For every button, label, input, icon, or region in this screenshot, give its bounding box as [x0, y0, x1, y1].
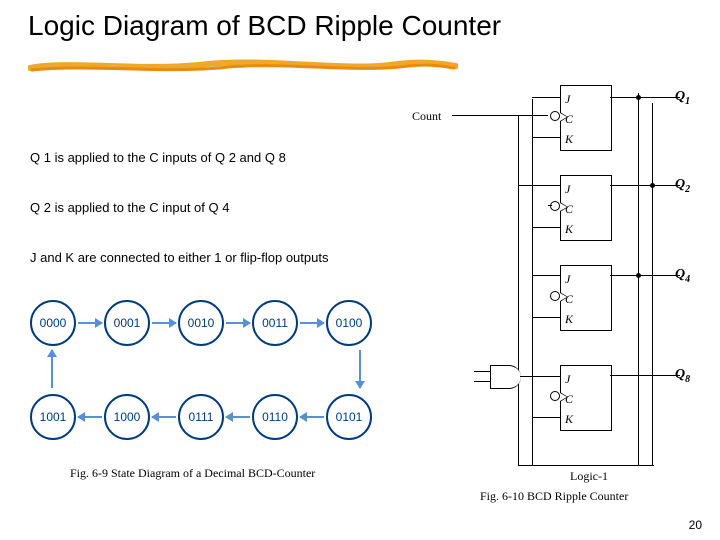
clock-edge-icon [560, 292, 568, 302]
wire [638, 205, 639, 206]
wire [652, 103, 653, 465]
wire [610, 275, 680, 276]
state-node: 0001 [104, 300, 150, 346]
arrow-right-icon [226, 322, 250, 324]
bullet-q2: Q 2 is applied to the C input of Q 4 [30, 200, 229, 215]
wire [610, 97, 680, 98]
wire [532, 417, 560, 418]
wire [532, 137, 560, 138]
wire [532, 99, 533, 465]
wire [532, 275, 560, 276]
clock-edge-icon [560, 392, 568, 402]
bubble-icon [550, 201, 560, 211]
figure-caption-state: Fig. 6-9 State Diagram of a Decimal BCD-… [70, 466, 315, 481]
wire [548, 205, 552, 206]
arrow-left-icon [300, 416, 324, 418]
ff-k-label: K [565, 412, 573, 427]
state-node: 0010 [178, 300, 224, 346]
state-node: 0100 [326, 300, 372, 346]
count-label: Count [412, 109, 441, 124]
state-node: 1001 [30, 394, 76, 440]
wire [452, 115, 548, 116]
bubble-icon [550, 291, 560, 301]
bullet-jk: J and K are connected to either 1 or fli… [30, 250, 328, 265]
ff-k-label: K [565, 132, 573, 147]
circuit-diagram: Count J C K Q1 J C K Q2 [420, 85, 700, 495]
title-underline-icon [28, 56, 458, 74]
arrow-right-icon [300, 322, 324, 324]
bubble-icon [550, 391, 560, 401]
clock-edge-icon [560, 202, 568, 212]
output-q8-label: Q8 [675, 367, 690, 385]
flipflop-q2: J C K [560, 175, 612, 241]
arrow-left-icon [152, 416, 176, 418]
state-node: 0101 [326, 394, 372, 440]
wire [474, 381, 490, 382]
clock-edge-icon [560, 112, 568, 122]
ff-j-label: J [565, 92, 570, 107]
arrow-right-icon [152, 322, 176, 324]
arrow-down-icon [359, 350, 361, 388]
figure-caption-circuit: Fig. 6-10 BCD Ripple Counter [480, 489, 628, 504]
wire [474, 371, 490, 372]
state-diagram: 0000 0001 0010 0011 0100 1001 1000 0111 … [30, 300, 380, 440]
flipflop-q1: J C K [560, 85, 612, 151]
wire [610, 375, 680, 376]
wire [520, 376, 560, 377]
junction-dot-icon [650, 183, 655, 188]
flipflop-q8: J C K [560, 365, 612, 431]
arrow-up-icon [51, 350, 53, 388]
output-q1-label: Q1 [675, 89, 690, 107]
state-node: 0110 [252, 394, 298, 440]
state-node: 1000 [104, 394, 150, 440]
page-title: Logic Diagram of BCD Ripple Counter [28, 10, 501, 42]
state-node: 0111 [178, 394, 224, 440]
output-q2-label: Q2 [675, 177, 690, 195]
junction-dot-icon [636, 95, 641, 100]
bubble-icon [550, 111, 560, 121]
arrow-right-icon [78, 322, 102, 324]
page-number: 20 [689, 518, 702, 532]
wire [532, 97, 560, 98]
logic-1-label: Logic-1 [570, 469, 608, 484]
wire [610, 185, 680, 186]
junction-dot-icon [636, 273, 641, 278]
ff-k-label: K [565, 222, 573, 237]
wire [638, 93, 639, 465]
arrow-left-icon [226, 416, 250, 418]
wire [518, 465, 654, 466]
and-gate-icon [490, 365, 521, 389]
output-q4-label: Q4 [675, 267, 690, 285]
state-node: 0011 [252, 300, 298, 346]
wire [518, 185, 560, 186]
ff-j-label: J [565, 182, 570, 197]
wire [532, 317, 560, 318]
wire [518, 115, 519, 465]
arrow-left-icon [78, 416, 102, 418]
flipflop-q4: J C K [560, 265, 612, 331]
wire [532, 227, 560, 228]
ff-j-label: J [565, 372, 570, 387]
bullet-q1: Q 1 is applied to the C inputs of Q 2 an… [30, 150, 286, 165]
ff-k-label: K [565, 312, 573, 327]
state-node: 0000 [30, 300, 76, 346]
ff-j-label: J [565, 272, 570, 287]
